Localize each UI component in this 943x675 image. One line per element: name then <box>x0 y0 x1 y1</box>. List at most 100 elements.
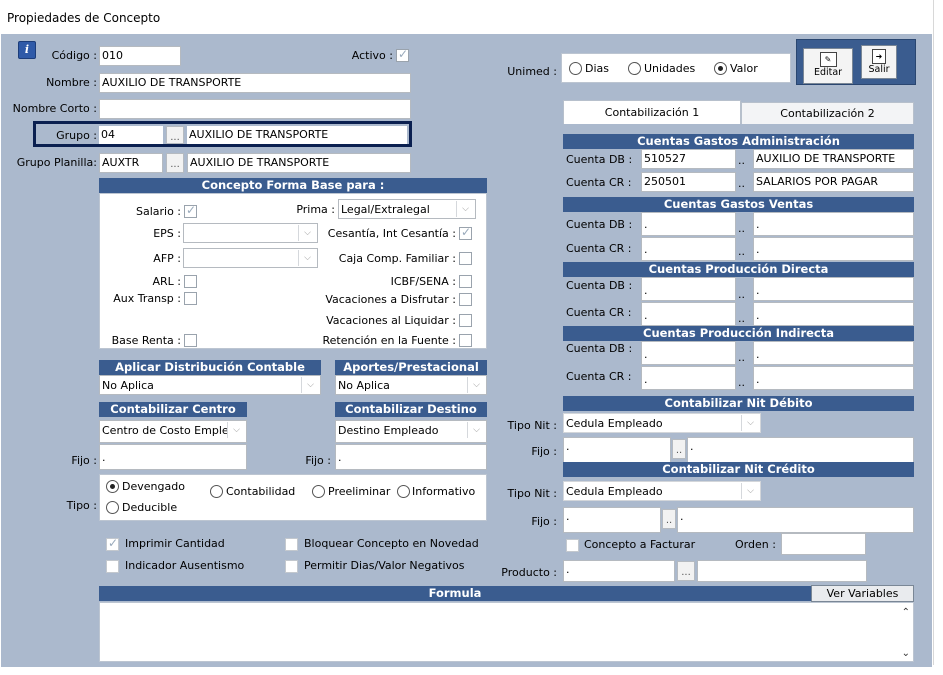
afp-select[interactable]: ⌵ <box>183 248 318 268</box>
activo-label: Activo : <box>351 49 393 62</box>
cont-centro-select[interactable]: Centro de Costo Emple ⌵ <box>99 420 247 443</box>
admin-db-lookup[interactable]: .. <box>738 154 745 167</box>
aplicar-dist-select[interactable]: No Aplica ⌵ <box>99 375 321 395</box>
editar-button[interactable]: ✎ Editar <box>803 48 853 84</box>
cesantia-checkbox[interactable] <box>459 225 472 240</box>
nit-debito-fijo-code[interactable]: . <box>563 437 671 463</box>
nit-credito-tipo-select[interactable]: Cedula Empleado ⌵ <box>563 481 761 501</box>
prod-directa-db-lookup[interactable]: .. <box>738 288 745 301</box>
aportes-select[interactable]: No Aplica ⌵ <box>335 375 487 395</box>
codigo-label: Código : <box>51 49 97 62</box>
tipo-deducible-radio[interactable] <box>106 501 119 514</box>
vac-disfrutar-checkbox[interactable] <box>459 293 472 306</box>
ausentismo-checkbox[interactable] <box>106 560 119 573</box>
eps-select[interactable]: ⌵ <box>183 223 318 243</box>
tab-contabilizacion-1[interactable]: Contabilización 1 <box>563 100 741 124</box>
aportes-header: Aportes/Prestacional <box>335 360 487 375</box>
prod-directa-cr-lookup[interactable]: .. <box>738 312 745 325</box>
tab-contabilizacion-2[interactable]: Contabilización 2 <box>741 102 914 124</box>
vac-liquidar-checkbox[interactable] <box>459 314 472 327</box>
unimed-dias-radio[interactable] <box>569 62 582 75</box>
orden-input[interactable] <box>781 533 866 555</box>
facturar-checkbox[interactable] <box>566 539 579 552</box>
chevron-down-icon: ⌵ <box>227 422 245 438</box>
prod-indirecta-cr-code-input[interactable]: . <box>641 366 736 390</box>
facturar-label: Concepto a Facturar <box>584 538 696 551</box>
unimed-unidades-label: Unidades <box>644 62 696 75</box>
prod-directa-db-code-input[interactable]: . <box>641 277 736 301</box>
nit-credito-lookup-button[interactable]: .. <box>662 509 676 529</box>
bloquear-checkbox[interactable] <box>285 538 298 551</box>
admin-db-code-input[interactable]: 510527 <box>641 149 736 169</box>
orden-label: Orden : <box>735 538 776 551</box>
exit-icon: ➜ <box>872 49 886 64</box>
unimed-unidades-radio[interactable] <box>628 62 641 75</box>
nit-debito-tipo-value: Cedula Empleado <box>566 417 663 430</box>
activo-checkbox[interactable] <box>396 47 409 62</box>
prod-directa-db-name-input: . <box>753 277 914 301</box>
icbf-checkbox[interactable] <box>459 275 472 288</box>
producto-lookup-button[interactable]: ... <box>677 561 695 581</box>
nombre-input[interactable]: AUXILIO DE TRANSPORTE <box>99 73 411 93</box>
codigo-input[interactable]: 010 <box>99 46 181 66</box>
prod-indirecta-db-lookup[interactable]: .. <box>738 351 745 364</box>
nit-debito-fijo-name: . <box>687 437 914 463</box>
aplicar-dist-value: No Aplica <box>102 379 154 392</box>
salir-button[interactable]: ➜ Salir <box>861 45 897 79</box>
grupo-planilla-lookup-button[interactable]: ... <box>166 153 184 173</box>
caja-label: Caja Comp. Familiar : <box>338 252 456 265</box>
unimed-valor-radio[interactable] <box>714 62 727 75</box>
ver-variables-button[interactable]: Ver Variables <box>811 585 914 602</box>
prod-indirecta-cr-lookup[interactable]: .. <box>738 376 745 389</box>
nombre-corto-input[interactable] <box>99 99 411 119</box>
destino-fijo-input[interactable]: . <box>335 444 487 470</box>
aplicar-dist-header: Aplicar Distribución Contable <box>99 360 321 375</box>
grupo-code-input[interactable]: 04 <box>99 126 163 144</box>
tipo-contabilidad-radio[interactable] <box>210 485 223 498</box>
permitir-checkbox[interactable] <box>285 560 298 573</box>
salario-checkbox[interactable] <box>184 203 197 218</box>
scroll-up-icon[interactable]: ⌃ <box>902 607 910 618</box>
prod-directa-cr-code-input[interactable]: . <box>641 302 736 326</box>
nit-debito-tipo-select[interactable]: Cedula Empleado ⌵ <box>563 413 761 433</box>
nit-credito-fijo-label: Fijo : <box>531 515 557 528</box>
scroll-down-icon[interactable]: ⌄ <box>902 648 910 659</box>
window-title: Propiedades de Concepto <box>7 11 161 25</box>
retencion-checkbox[interactable] <box>459 334 472 347</box>
admin-cr-code-input[interactable]: 250501 <box>641 172 736 192</box>
nit-credito-fijo-code[interactable]: . <box>563 507 661 533</box>
grupo-name-input: AUXILIO DE TRANSPORTE <box>187 126 407 144</box>
producto-code-input[interactable]: . <box>563 560 675 582</box>
ventas-cr-lookup[interactable]: .. <box>738 245 745 258</box>
arl-checkbox[interactable] <box>184 275 197 288</box>
nombre-label: Nombre : <box>46 76 97 89</box>
aux-transp-checkbox[interactable] <box>184 292 197 305</box>
prod-indirecta-cr-name-input: . <box>753 366 914 390</box>
grupo-planilla-name-input: AUXILIO DE TRANSPORTE <box>187 153 411 173</box>
tipo-devengado-radio[interactable] <box>106 480 119 493</box>
nit-credito-tipo-value: Cedula Empleado <box>566 485 663 498</box>
vac-liquidar-label: Vacaciones al Liquidar : <box>326 314 456 327</box>
formula-textarea[interactable]: ⌃ ⌄ <box>99 602 914 662</box>
caja-checkbox[interactable] <box>459 252 472 265</box>
vac-disfrutar-label: Vacaciones a Disfrutar : <box>325 293 456 306</box>
ventas-cr-code-input[interactable]: . <box>641 237 736 261</box>
icbf-label: ICBF/SENA : <box>390 275 456 288</box>
prod-indirecta-db-code-input[interactable]: . <box>641 341 736 365</box>
nit-debito-lookup-button[interactable]: .. <box>672 439 686 459</box>
tipo-preeliminar-radio[interactable] <box>312 485 325 498</box>
centro-fijo-input[interactable]: . <box>99 444 247 470</box>
grupo-lookup-button[interactable]: ... <box>166 126 184 144</box>
prima-select[interactable]: Legal/Extralegal ⌵ <box>338 199 476 219</box>
admin-cr-lookup[interactable]: .. <box>738 177 745 190</box>
arl-label: ARL : <box>152 275 182 288</box>
cont-destino-select[interactable]: Destino Empleado ⌵ <box>335 420 487 443</box>
base-renta-checkbox[interactable] <box>184 334 197 347</box>
admin-accounts-header: Cuentas Gastos Administración <box>563 134 914 149</box>
ventas-db-lookup[interactable]: .. <box>738 222 745 235</box>
prod-indirecta-db-label: Cuenta DB : <box>566 342 633 355</box>
imprimir-checkbox[interactable] <box>106 536 119 551</box>
ventas-db-code-input[interactable]: . <box>641 212 736 236</box>
grupo-planilla-code-input[interactable]: AUXTR <box>99 153 163 173</box>
tipo-informativo-radio[interactable] <box>397 485 410 498</box>
